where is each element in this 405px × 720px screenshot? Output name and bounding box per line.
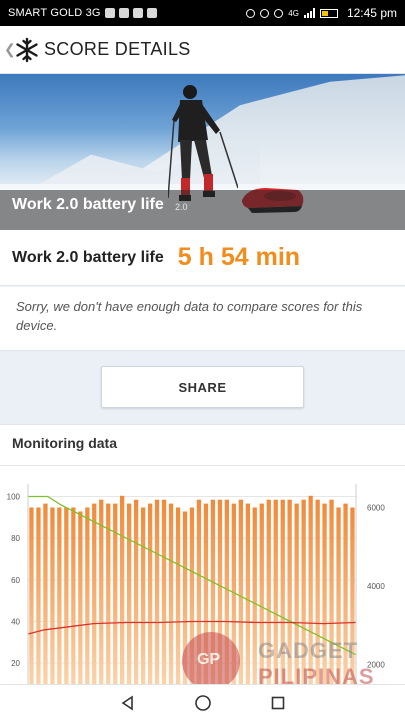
right-axis-tick-label: 6000 (367, 504, 385, 513)
score-row: Work 2.0 battery life 5 h 54 min (0, 230, 405, 286)
chart-bar (134, 499, 139, 684)
snowflake-icon (16, 37, 38, 62)
youtube-icon (146, 8, 157, 18)
alarm-icon (274, 8, 284, 18)
notification-icons (104, 8, 157, 18)
clock: 12:45 pm (346, 6, 397, 20)
status-bar: SMART GOLD 3G 4G 12:45 pm (0, 0, 405, 26)
watermark-badge-text: GP (197, 651, 221, 668)
chart-bar (64, 507, 69, 684)
share-button[interactable]: SHARE (101, 366, 304, 408)
monitoring-heading: Monitoring data (12, 435, 117, 451)
chart-bar (141, 507, 146, 684)
comparison-note-text: Sorry, we don't have enough data to comp… (16, 299, 363, 333)
watermark-logo: GP GADGET PILIPINAS (182, 632, 374, 690)
chart-bar (99, 499, 104, 684)
score-label: Work 2.0 battery life (12, 248, 164, 266)
signal-icon (303, 8, 315, 18)
chart-bar (161, 499, 167, 684)
home-circle-icon (194, 694, 211, 711)
carrier-label: SMART GOLD 3G (8, 7, 101, 19)
chart-bar (148, 503, 153, 684)
messenger-icon (118, 8, 129, 18)
notification-icon (104, 8, 115, 18)
mail-icon (132, 8, 143, 18)
chart-bar (120, 495, 125, 684)
left-axis-tick-label: 80 (11, 534, 20, 543)
recents-square-icon (271, 696, 284, 709)
network-type-label: 4G (288, 8, 299, 18)
chart-bar (113, 503, 118, 684)
watermark-text-top: GADGET (258, 638, 359, 663)
left-axis-tick-label: 40 (11, 618, 20, 627)
back-nav-button[interactable] (118, 693, 138, 713)
home-nav-button[interactable] (193, 693, 213, 713)
page-title: SCORE DETAILS (44, 39, 191, 59)
hero-image: Work 2.0 battery life 2.0 (0, 74, 405, 230)
score-value: 5 h 54 min (177, 243, 301, 271)
hotspot-icon (246, 8, 256, 18)
recents-nav-button[interactable] (268, 693, 288, 713)
app-bar: ❮ SCORE DETAILS (0, 26, 405, 74)
chart-bar (29, 507, 34, 684)
chart-bar (127, 503, 132, 684)
status-right: 4G 12:45 pm (246, 6, 397, 20)
chart-bar (57, 507, 62, 684)
right-axis-tick-label: 4000 (367, 582, 385, 591)
chart-bar (92, 503, 97, 684)
left-axis-tick-label: 60 (11, 576, 20, 585)
chart-bar (154, 499, 160, 684)
chevron-left-icon[interactable]: ❮ (4, 41, 16, 58)
app-screen: SMART GOLD 3G 4G 12:45 pm ❮ SCORE DETAIL… (0, 0, 405, 720)
chart-bar (78, 511, 83, 684)
chart-bar (71, 507, 76, 684)
hero-caption: Work 2.0 battery life (12, 196, 164, 213)
left-axis-tick-label: 100 (7, 493, 21, 502)
left-axis-tick-label: 20 (11, 659, 20, 668)
chart-bar (168, 503, 174, 684)
chart-bar (106, 503, 111, 684)
system-nav-bar (0, 684, 405, 720)
chart-bar (43, 503, 48, 684)
back-triangle-icon (121, 695, 133, 710)
chart-bar (175, 507, 181, 684)
chart-bar (85, 507, 90, 684)
hero-version: 2.0 (175, 202, 188, 212)
chart-bar (50, 507, 55, 684)
comparison-note: Sorry, we don't have enough data to comp… (0, 287, 405, 351)
chart-bar (36, 507, 41, 684)
battery-icon (319, 8, 338, 18)
bluetooth-icon (260, 8, 270, 18)
